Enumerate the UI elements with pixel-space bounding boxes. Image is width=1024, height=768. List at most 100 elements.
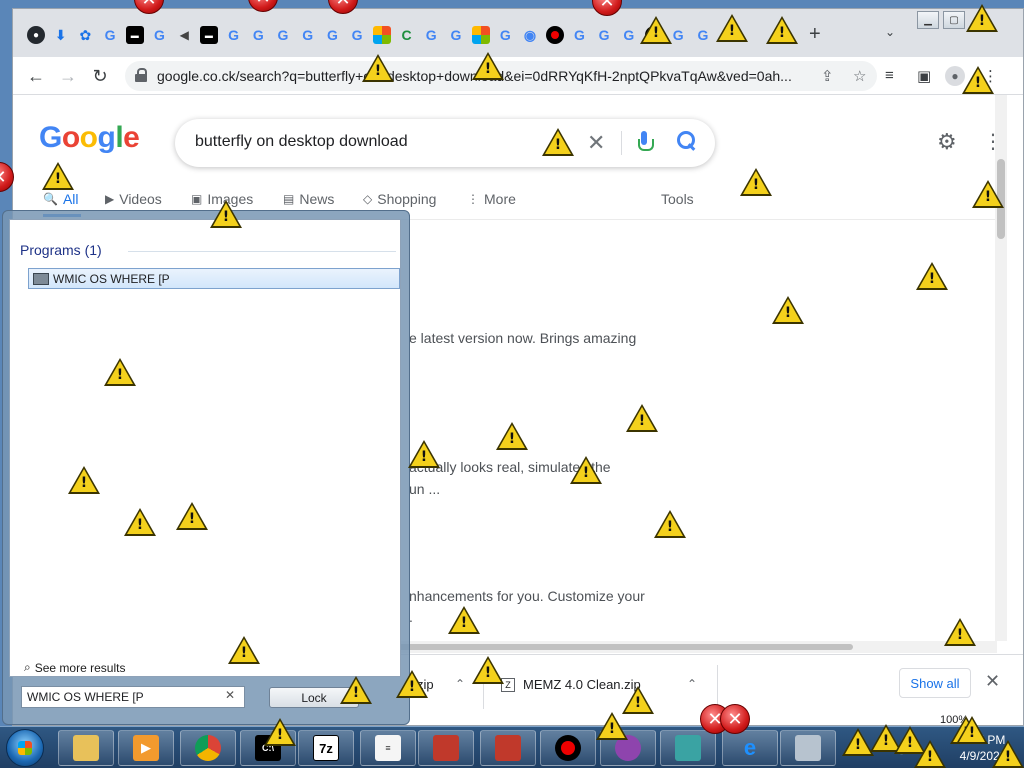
g-icon[interactable]: G	[447, 26, 465, 44]
g-icon[interactable]: G	[694, 26, 712, 44]
new-tab-button[interactable]: +	[809, 23, 821, 46]
github-icon[interactable]: ●	[27, 26, 45, 44]
g-icon[interactable]: G	[249, 26, 267, 44]
calculator-icon	[795, 735, 821, 761]
microphone-icon[interactable]	[638, 131, 654, 155]
bookmark-star-icon[interactable]: ☆	[853, 67, 866, 85]
browser-toolbar: ← → ↻ google.co.ck/search?q=butterfly+on…	[13, 57, 1023, 95]
app-icon[interactable]: ✿	[76, 26, 94, 44]
download-item-2[interactable]: Z MEMZ 4.0 Clean.zip	[501, 677, 641, 692]
start-search-input[interactable]: WMIC OS WHERE [P	[21, 686, 245, 708]
warning-icon	[772, 296, 804, 324]
g-icon[interactable]: G	[225, 26, 243, 44]
taskbar-calculator[interactable]	[780, 730, 836, 766]
see-more-results-link[interactable]: ⌕ See more results	[24, 660, 125, 675]
share-icon[interactable]: ⇪	[821, 67, 834, 85]
search-box[interactable]: butterfly on desktop download ✕	[175, 119, 715, 167]
g-icon[interactable]: G	[570, 26, 588, 44]
g-icon[interactable]: G	[348, 26, 366, 44]
tab-all[interactable]: 🔍 All	[43, 191, 79, 207]
taskbar-7zip[interactable]: 7z	[298, 730, 354, 766]
search-icon: ⌕	[24, 660, 31, 674]
taskbar-explorer[interactable]	[58, 730, 114, 766]
tab-more[interactable]: ⋮ More	[467, 191, 516, 207]
g-icon[interactable]: G	[422, 26, 440, 44]
g-icon[interactable]: G	[496, 26, 514, 44]
warning-icon	[396, 670, 428, 698]
lock-icon[interactable]	[135, 68, 147, 82]
start-button[interactable]	[6, 729, 44, 767]
speaker-icon[interactable]: ◀	[175, 26, 193, 44]
g-icon[interactable]: G	[101, 26, 119, 44]
warning-icon	[966, 4, 998, 32]
warning-icon	[228, 636, 260, 664]
image-icon: ▣	[191, 192, 203, 206]
record-icon[interactable]	[545, 26, 564, 44]
warning-icon	[210, 200, 242, 228]
show-all-button[interactable]: Show all	[899, 668, 971, 698]
taskbar-regedit[interactable]	[660, 730, 716, 766]
warning-icon	[626, 404, 658, 432]
g-icon[interactable]: G	[299, 26, 317, 44]
g-icon[interactable]: G	[323, 26, 341, 44]
g-icon[interactable]: G	[595, 26, 613, 44]
warning-icon	[472, 52, 504, 80]
logo-letter: l	[115, 121, 124, 154]
program-result[interactable]: WMIC OS WHERE [P	[28, 268, 400, 289]
google-logo[interactable]: Google	[39, 121, 140, 155]
taskbar-media-player[interactable]: ▶	[118, 730, 174, 766]
tab-search-icon[interactable]: ⌄	[885, 25, 895, 39]
green-icon[interactable]: C	[398, 26, 416, 44]
warning-icon	[914, 740, 946, 768]
taskbar-ie[interactable]: e	[722, 730, 778, 766]
tab-strip: + ⌄ ▁ ▢ ● ⬇ ✿ G ▬ G ◀ ▬ G G G G G G C G G G ◉ G G G G G G	[13, 9, 1023, 57]
tab-videos[interactable]: ▶ Videos	[105, 191, 162, 207]
chevron-up-icon[interactable]: ⌃	[687, 677, 697, 691]
forward-icon[interactable]: →	[57, 65, 79, 87]
tab-news[interactable]: ▤ News	[283, 191, 334, 207]
minimize-icon[interactable]: ▁	[917, 11, 939, 29]
chrome-icon[interactable]: ◉	[521, 26, 539, 44]
search-query[interactable]: butterfly on desktop download	[195, 133, 408, 151]
microsoft-icon[interactable]	[471, 26, 490, 44]
settings-gear-icon[interactable]: ⚙	[937, 129, 957, 155]
reading-list-icon[interactable]: ≡	[885, 67, 894, 84]
tab-shopping[interactable]: ◇ Shopping	[363, 191, 436, 207]
download-icon[interactable]: ⬇	[52, 26, 70, 44]
g-icon[interactable]: G	[151, 26, 169, 44]
warning-icon	[992, 740, 1024, 768]
warning-icon	[472, 656, 504, 684]
media-player-icon: ▶	[133, 735, 159, 761]
search-divider	[621, 131, 622, 155]
toolbox-icon	[495, 735, 521, 761]
taskbar-recorder[interactable]	[540, 730, 596, 766]
search-icon[interactable]	[675, 129, 699, 153]
black-icon[interactable]: ▬	[199, 26, 218, 44]
g-icon[interactable]: G	[274, 26, 292, 44]
reload-icon[interactable]: ↻	[89, 65, 111, 87]
chevron-up-icon[interactable]: ⌃	[455, 677, 465, 691]
warning-icon	[264, 718, 296, 746]
close-icon[interactable]: ✕	[985, 671, 1000, 692]
logo-letter: e	[123, 121, 140, 154]
news-icon: ▤	[283, 192, 295, 206]
warning-icon	[124, 508, 156, 536]
clear-search-icon[interactable]: ✕	[225, 688, 235, 702]
back-icon[interactable]: ←	[25, 65, 47, 87]
search-icon: 🔍	[43, 192, 58, 206]
g-icon[interactable]: G	[620, 26, 638, 44]
black-icon[interactable]: ▬	[125, 26, 144, 44]
maximize-icon[interactable]: ▢	[943, 11, 965, 29]
taskbar-chrome[interactable]	[180, 730, 236, 766]
clear-search-icon[interactable]: ✕	[587, 130, 605, 156]
logo-letter: o	[79, 121, 98, 154]
vertical-scrollbar[interactable]	[995, 95, 1007, 641]
side-panel-icon[interactable]: ▣	[917, 67, 931, 85]
warning-icon	[654, 510, 686, 538]
taskbar-toolbox-1[interactable]	[418, 730, 474, 766]
microsoft-icon[interactable]	[372, 26, 391, 44]
taskbar-notepad[interactable]: ≡	[360, 730, 416, 766]
toolbox-icon	[433, 735, 459, 761]
taskbar-toolbox-2[interactable]	[480, 730, 536, 766]
tools-button[interactable]: Tools	[661, 191, 694, 207]
